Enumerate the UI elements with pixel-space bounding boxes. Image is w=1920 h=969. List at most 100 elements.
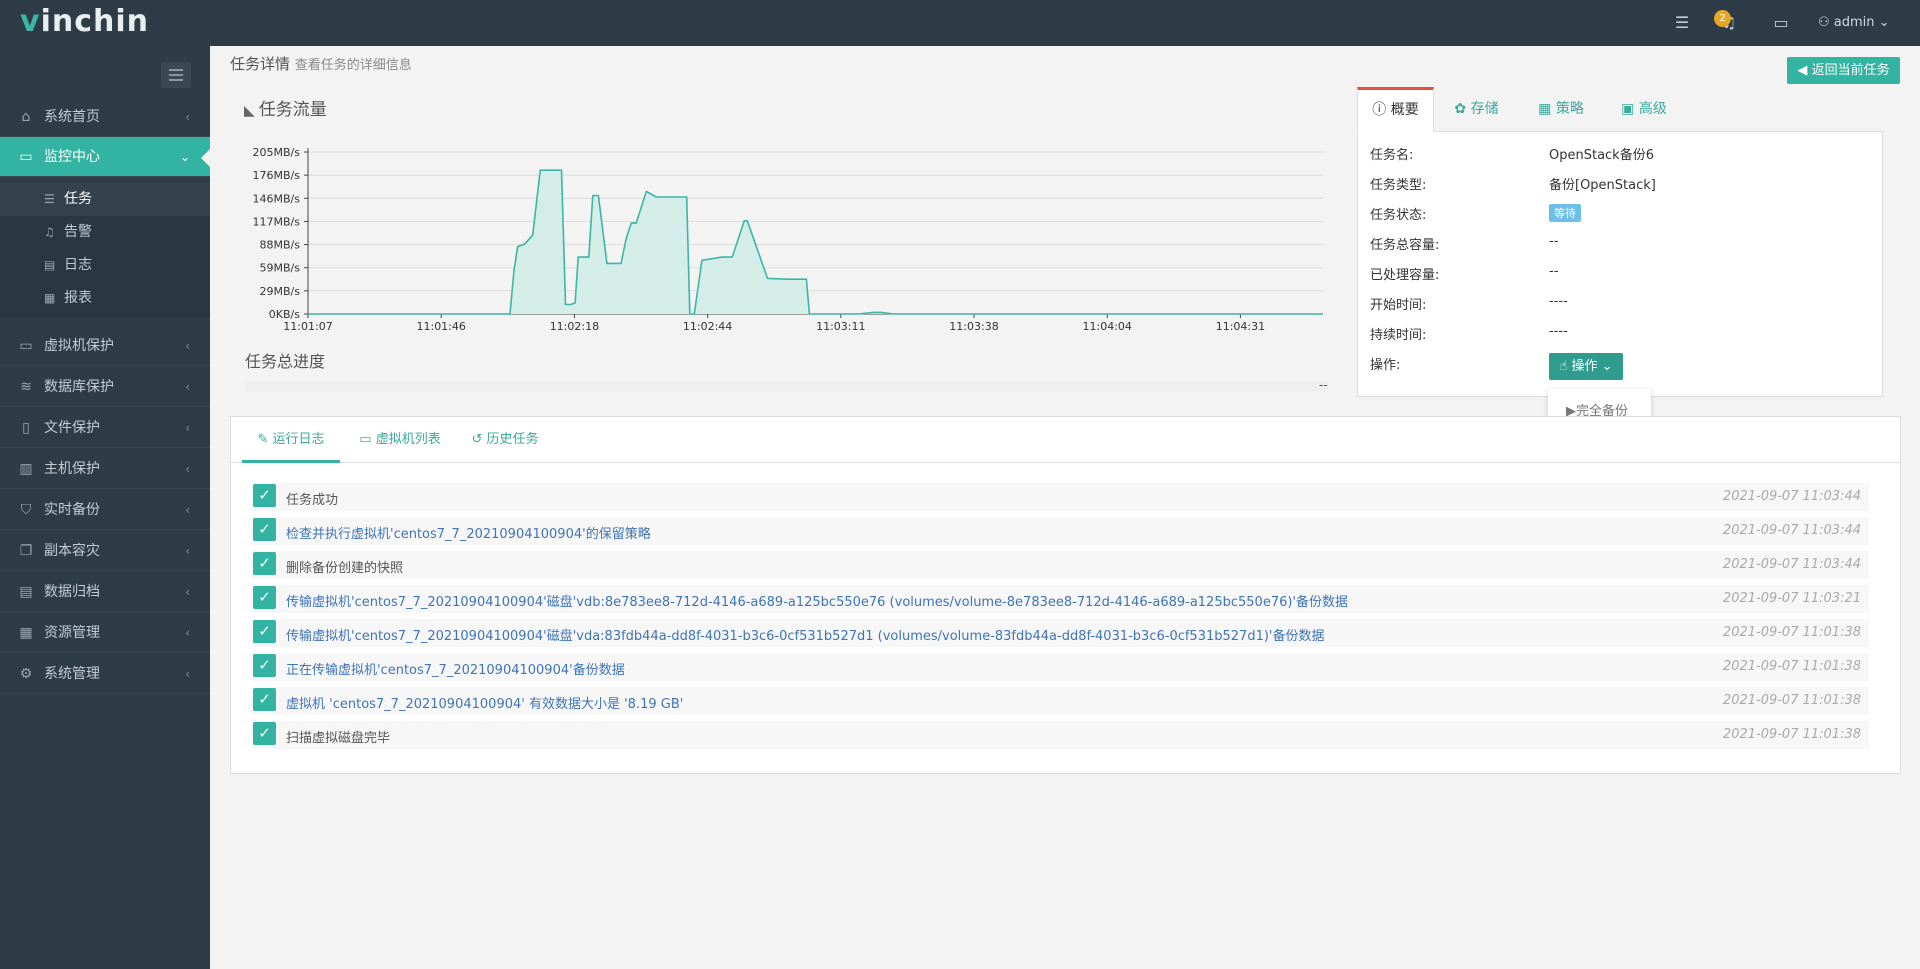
task-list-icon[interactable]: ☰ xyxy=(1671,13,1693,33)
x-tick-label: 11:04:04 xyxy=(1083,320,1132,333)
series-area xyxy=(308,170,1323,314)
flow-chart: 0KB/s29MB/s59MB/s88MB/s117MB/s146MB/s176… xyxy=(253,146,1323,333)
sidebar-item-0[interactable]: ⌂ 系统首页 ‹ xyxy=(0,97,210,137)
sidebar-item-1[interactable]: ▭ 监控中心 ⌄ xyxy=(0,137,210,177)
chevron-left-icon: ‹ xyxy=(185,585,190,599)
tab-grid[interactable]: ▣ 高级 xyxy=(1603,87,1685,132)
summary-value: -- xyxy=(1549,264,1559,279)
arrow-left-icon: ◀ xyxy=(1797,63,1808,78)
back-to-current-task-button[interactable]: ◀ 返回当前任务 xyxy=(1787,57,1900,84)
sidebar-item-label: 系统管理 xyxy=(44,666,100,682)
sidebar-subitem-label: 报表 xyxy=(64,290,92,306)
sidebar-item-8[interactable]: ▤ 数据归档 ‹ xyxy=(0,572,210,612)
area-chart-icon: ◣ xyxy=(244,103,255,119)
checkmark-icon: ✓ xyxy=(253,620,276,643)
chevron-left-icon: ‹ xyxy=(185,380,190,394)
log-timestamp: 2021-09-07 11:03:44 xyxy=(1722,523,1861,538)
operation-button[interactable]: ☝ 操作 ⌄ xyxy=(1549,353,1623,380)
edit-icon: ✎ xyxy=(257,432,269,447)
tasks-icon: ☰ xyxy=(44,192,55,206)
summary-panel: ⓘ 概要 ✿ 存储 ▦ 策略 ▣ 高级 ☝ 操作 ⌄ 任务名: OpenStack备份6… xyxy=(1357,87,1883,397)
sidebar-item-label: 系统首页 xyxy=(44,109,100,125)
notification-badge: 2 xyxy=(1714,10,1731,27)
summary-label: 任务总容量: xyxy=(1370,238,1440,253)
sidebar-item-10[interactable]: ⚙ 系统管理 ‹ xyxy=(0,654,210,694)
tab-label: 概要 xyxy=(1390,102,1419,118)
log-message: 传输虚拟机'centos7_7_20210904100904'磁盘'vda:83… xyxy=(286,629,1325,644)
sidebar-subitem-label: 任务 xyxy=(64,191,92,207)
log-row: ✓ 正在传输虚拟机'centos7_7_20210904100904'备份数据 20… xyxy=(252,653,1869,681)
sidebar-subitem-3[interactable]: ▦ 报表 xyxy=(0,282,210,315)
log-timestamp: 2021-09-07 11:03:21 xyxy=(1722,591,1861,606)
sidebar-subitem-1[interactable]: ♫ 告警 xyxy=(0,216,210,249)
x-tick-label: 11:03:38 xyxy=(949,320,998,333)
sidebar-item-label: 数据库保护 xyxy=(44,379,114,395)
summary-value: ---- xyxy=(1549,294,1568,309)
chevron-left-icon: ‹ xyxy=(185,544,190,558)
chevron-left-icon: ‹ xyxy=(185,110,190,124)
sidebar-item-label: 文件保护 xyxy=(44,420,100,436)
server-icon: ▥ xyxy=(19,461,33,477)
sidebar-item-label: 数据归档 xyxy=(44,584,100,600)
page-title: 任务详情 查看任务的详细信息 xyxy=(230,55,412,73)
tab-calendar[interactable]: ▦ 策略 xyxy=(1519,87,1603,132)
monitor-submenu: ☰ 任务 ♫ 告警 ▤ 日志 ▦ 报表 xyxy=(0,183,210,318)
sidebar-item-2[interactable]: ▭ 虚拟机保护 ‹ xyxy=(0,326,210,366)
sidebar-subitem-0[interactable]: ☰ 任务 xyxy=(0,183,210,216)
sidebar-item-label: 虚拟机保护 xyxy=(44,338,114,354)
log-tab-1[interactable]: ▭ 虚拟机列表 xyxy=(352,417,448,463)
sidebar-item-4[interactable]: ▯ 文件保护 ‹ xyxy=(0,408,210,448)
flow-chart-title: ◣ 任务流量 xyxy=(244,100,327,120)
chevron-left-icon: ‹ xyxy=(185,667,190,681)
page-subtitle: 查看任务的详细信息 xyxy=(294,58,412,73)
storage-icon: ✿ xyxy=(1454,101,1467,117)
sidebar-item-7[interactable]: ❐ 副本容灾 ‹ xyxy=(0,531,210,571)
log-message: 删除备份创建的快照 xyxy=(286,561,404,576)
tab-storage[interactable]: ✿ 存储 xyxy=(1434,87,1519,132)
log-message: 虚拟机 'centos7_7_20210904100904' 有效数据大小是 '… xyxy=(286,697,684,712)
calendar-icon: ▦ xyxy=(1538,101,1552,117)
checkmark-icon: ✓ xyxy=(253,722,276,745)
sidebar-item-3[interactable]: ≋ 数据库保护 ‹ xyxy=(0,367,210,407)
hand-icon: ☝ xyxy=(1559,359,1572,374)
database-icon: ≋ xyxy=(20,379,32,395)
sidebar-subitem-2[interactable]: ▤ 日志 xyxy=(0,249,210,282)
y-tick-label: 29MB/s xyxy=(260,285,301,298)
x-tick-label: 11:02:44 xyxy=(683,320,732,333)
history-icon: ↺ xyxy=(471,432,483,447)
summary-value: ---- xyxy=(1549,324,1568,339)
log-tab-label: 历史任务 xyxy=(486,432,539,447)
progress-bar xyxy=(245,381,1328,392)
user-icon: ⚇ xyxy=(1818,15,1834,30)
log-row: ✓ 任务成功 2021-09-07 11:03:44 xyxy=(252,483,1869,511)
summary-label: 任务类型: xyxy=(1370,178,1427,193)
report-icon: ▦ xyxy=(44,291,56,305)
sidebar-toggle-button[interactable] xyxy=(161,62,191,88)
y-tick-label: 88MB/s xyxy=(260,239,301,252)
summary-label: 持续时间: xyxy=(1370,328,1427,343)
series-line xyxy=(308,169,1323,315)
checkmark-icon: ✓ xyxy=(253,654,276,677)
screen-icon[interactable]: ▭ xyxy=(1770,13,1792,33)
vinchin-logo[interactable]: vinchin xyxy=(20,4,149,39)
summary-label: 任务状态: xyxy=(1370,208,1427,223)
sidebar-item-5[interactable]: ▥ 主机保护 ‹ xyxy=(0,449,210,489)
status-badge: 等待 xyxy=(1549,204,1581,222)
log-tab-label: 运行日志 xyxy=(272,432,325,447)
sidebar-item-6[interactable]: ⛉ 实时备份 ‹ xyxy=(0,490,210,530)
log-timestamp: 2021-09-07 11:01:38 xyxy=(1722,625,1861,640)
sidebar-item-label: 主机保护 xyxy=(44,461,100,477)
y-tick-label: 146MB/s xyxy=(253,192,301,205)
summary-label: 操作: xyxy=(1370,358,1401,373)
user-menu[interactable]: ⚇ admin ⌄ xyxy=(1818,15,1890,30)
log-tab-2[interactable]: ↺ 历史任务 xyxy=(465,417,545,463)
y-tick-label: 117MB/s xyxy=(253,215,301,228)
sidebar-item-9[interactable]: ▦ 资源管理 ‹ xyxy=(0,613,210,653)
log-message: 传输虚拟机'centos7_7_20210904100904'磁盘'vdb:8e… xyxy=(286,595,1349,610)
log-row: ✓ 检查并执行虚拟机'centos7_7_20210904100904'的保留策略… xyxy=(252,517,1869,545)
log-tab-label: 虚拟机列表 xyxy=(375,432,441,447)
sidebar: ⌂ 系统首页 ‹ ▭ 监控中心 ⌄ ▭ 虚拟机保护 ‹ ≋ 数据库保护 ‹ ▯ 文件保护 ‹ ▥ 主机保护 ‹ ⛉ 实… xyxy=(0,46,210,969)
tab-info[interactable]: ⓘ 概要 xyxy=(1357,87,1434,132)
log-tab-0[interactable]: ✎ 运行日志 xyxy=(242,417,340,463)
sidebar-item-label: 监控中心 xyxy=(44,149,100,165)
